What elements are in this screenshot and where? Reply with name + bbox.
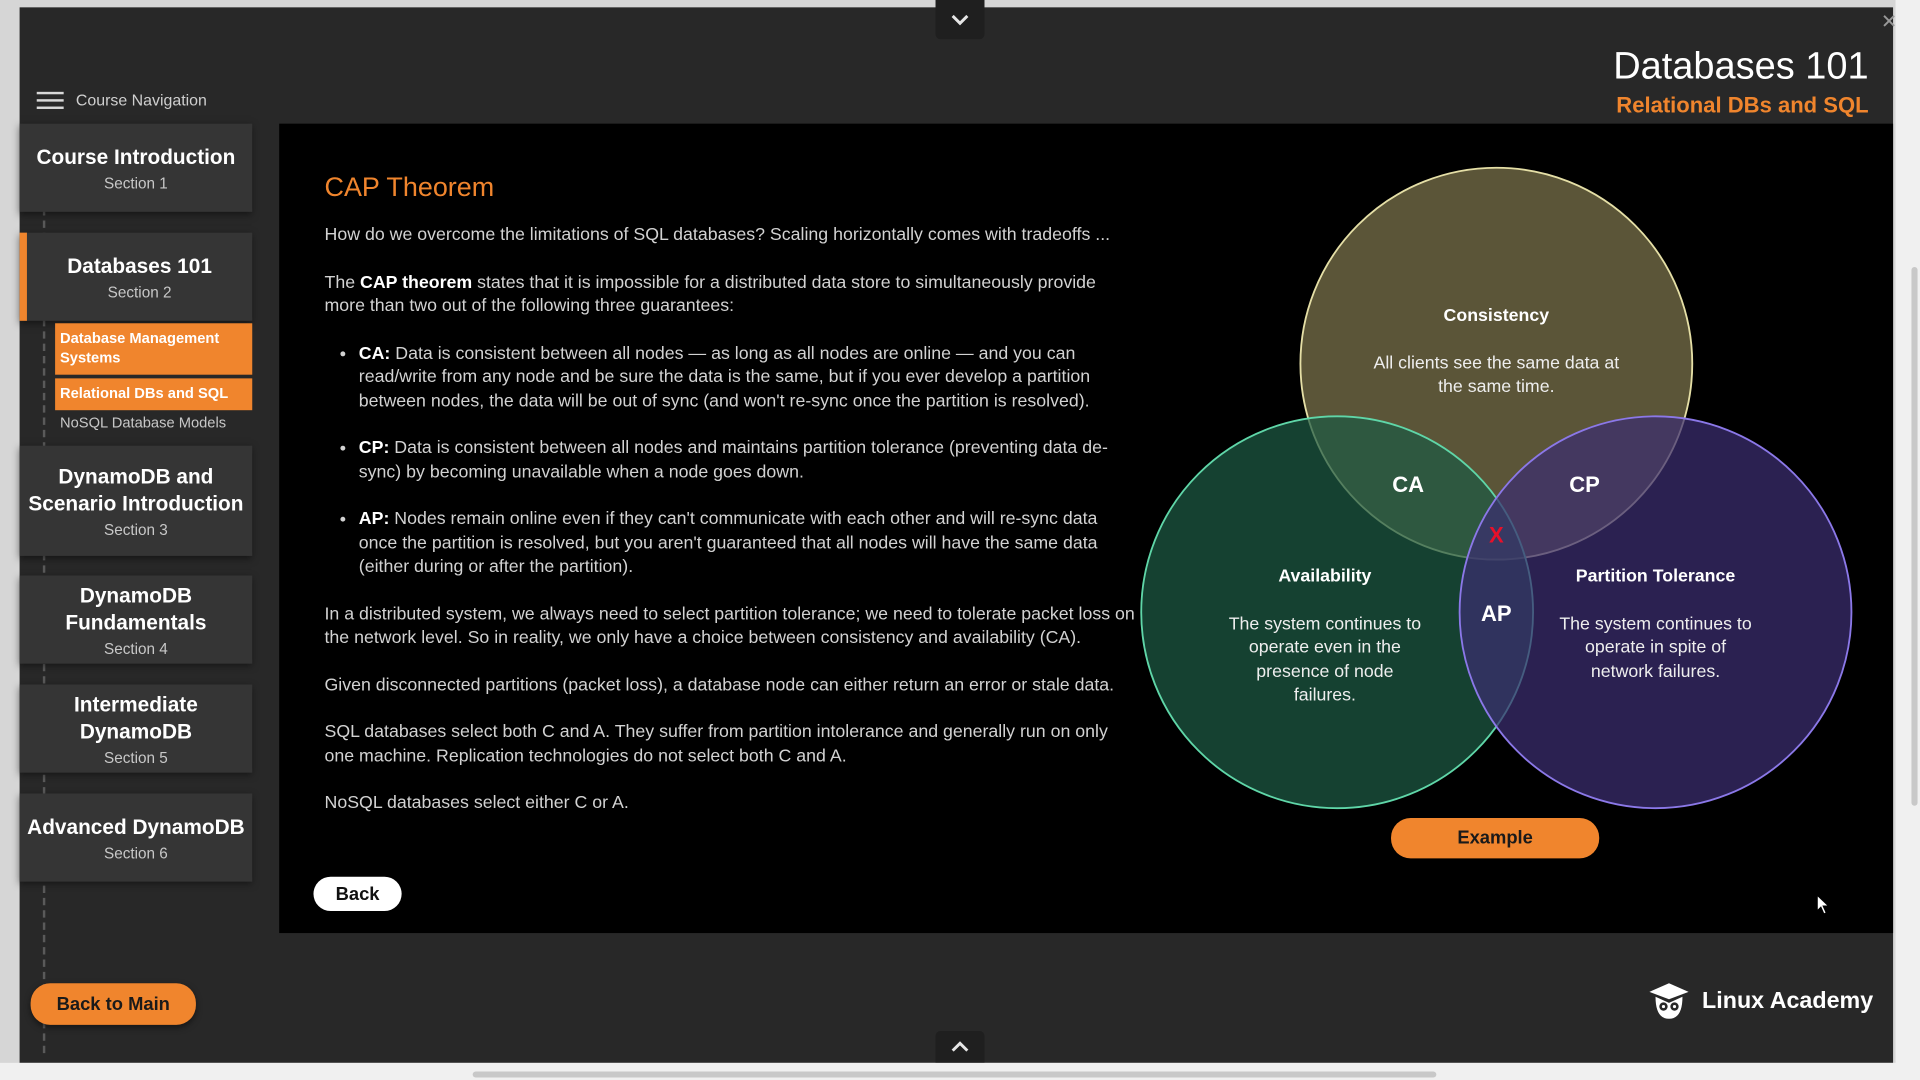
vertical-scrollbar-thumb[interactable] — [1911, 266, 1918, 806]
availability-description: operate even in the — [1249, 637, 1401, 657]
page-header: Databases 101 Relational DBs and SQL — [1613, 44, 1868, 119]
consistency-title: Consistency — [1444, 305, 1550, 325]
menu-icon — [36, 91, 64, 109]
bullet-label: CA: — [358, 343, 391, 364]
linux-academy-logo: Linux Academy — [1648, 982, 1873, 1021]
chevron-down-icon — [951, 14, 969, 26]
chevron-up-icon — [951, 1041, 969, 1052]
ap-label: AP — [1481, 601, 1512, 626]
bullet-label: CP: — [358, 438, 390, 458]
list-item: CP: Data is consistent between all nodes… — [359, 437, 1139, 485]
availability-description: failures. — [1294, 684, 1356, 704]
nosql-paragraph: NoSQL databases select either C or A. — [324, 793, 629, 814]
section-number: Section 3 — [104, 521, 168, 539]
sidebar-subitem-nosql-database-models[interactable]: NoSQL Database Models — [55, 411, 252, 435]
back-button[interactable]: Back — [313, 876, 402, 912]
availability-title: Availability — [1278, 566, 1371, 586]
bullet-text: Data is consistent between all nodes and… — [358, 438, 1108, 482]
vertical-scrollbar[interactable] — [1895, 0, 1920, 1080]
example-button[interactable]: Example — [1391, 817, 1600, 859]
course-navigation-label: Course Navigation — [75, 90, 207, 109]
cap-definition-prefix: The — [324, 272, 361, 293]
partition-tolerance-circle — [1458, 415, 1853, 810]
collapse-top-tab[interactable] — [935, 0, 985, 40]
course-title: Databases 101 — [1613, 44, 1869, 87]
ca-label: CA — [1392, 472, 1424, 497]
cap-term: CAP theorem — [360, 272, 473, 293]
horizontal-scrollbar[interactable] — [0, 1062, 1920, 1080]
content-title: CAP Theorem — [324, 171, 495, 203]
sidebar-section-1[interactable]: Course Introduction Section 1 — [19, 123, 253, 212]
section-title: Databases 101 — [67, 254, 212, 278]
section-title: DynamoDB Fundamentals — [65, 583, 207, 634]
content-body: How do we overcome the limitations of SQ… — [324, 224, 1138, 839]
expand-bottom-tab[interactable] — [935, 1031, 985, 1063]
lesson-subtitle: Relational DBs and SQL — [1616, 93, 1869, 118]
section-number: Section 1 — [104, 174, 168, 192]
partition-paragraph: In a distributed system, we always need … — [324, 604, 1135, 648]
availability-description: The system continues to — [1229, 613, 1422, 633]
partition-tolerance-description: operate in spite of — [1585, 637, 1726, 657]
section-number: Section 4 — [104, 639, 168, 657]
mouse-cursor-icon — [1816, 893, 1831, 915]
guarantee-list: CA: Data is consistent between all nodes… — [324, 342, 1138, 580]
availability-description: presence of node — [1256, 661, 1393, 681]
bullet-text: Data is consistent between all nodes — a… — [358, 343, 1091, 411]
sql-paragraph: SQL databases select both C and A. They … — [324, 722, 1108, 766]
cp-label: CP — [1569, 472, 1600, 497]
section-title: Advanced DynamoDB — [27, 814, 245, 839]
back-to-main-button[interactable]: Back to Main — [30, 983, 196, 1025]
brand-name: Linux Academy — [1702, 988, 1874, 1014]
sidebar-subitem-database-management-systems[interactable]: Database Management Systems — [55, 323, 253, 375]
consistency-description: All clients see the same data at — [1373, 353, 1619, 373]
list-item: CA: Data is consistent between all nodes… — [359, 342, 1139, 414]
partition-tolerance-title: Partition Tolerance — [1576, 566, 1736, 586]
bullet-label: AP: — [358, 509, 390, 529]
sidebar-subitem-relational-dbs-and-sql[interactable]: Relational DBs and SQL — [55, 378, 253, 411]
intro-paragraph: How do we overcome the limitations of SQ… — [324, 225, 1111, 245]
partition-tolerance-description: network failures. — [1591, 661, 1720, 681]
impossible-center-mark: X — [1489, 522, 1504, 547]
section-title: Intermediate DynamoDB — [74, 692, 198, 743]
section-title: Course Introduction — [36, 145, 236, 169]
section-number: Section 5 — [104, 748, 168, 766]
sidebar-section-3[interactable]: DynamoDB and Scenario Introduction Secti… — [19, 445, 253, 556]
screen: ✕ Course Navigation Databases 101 Relati… — [0, 0, 1920, 1080]
sidebar-section-4[interactable]: DynamoDB Fundamentals Section 4 — [19, 575, 253, 664]
course-navigation-header[interactable]: Course Navigation — [36, 90, 207, 109]
list-item: AP: Nodes remain online even if they can… — [359, 508, 1139, 580]
section-number: Section 6 — [104, 844, 168, 862]
section-number: Section 2 — [107, 283, 172, 301]
section-title: DynamoDB and Scenario Introduction — [28, 464, 244, 515]
partition-tolerance-description: The system continues to — [1559, 613, 1752, 633]
packet-loss-paragraph: Given disconnected partitions (packet lo… — [324, 675, 1115, 695]
owl-logo-icon — [1649, 983, 1689, 1019]
sidebar-section-6[interactable]: Advanced DynamoDB Section 6 — [19, 793, 253, 882]
bullet-text: Nodes remain online even if they can't c… — [358, 509, 1098, 577]
sidebar-section-5[interactable]: Intermediate DynamoDB Section 5 — [19, 684, 253, 773]
sidebar-section-2[interactable]: Databases 101 Section 2 — [19, 232, 253, 321]
cap-definition-paragraph: The CAP theorem states that it is imposs… — [324, 271, 1138, 319]
horizontal-scrollbar-thumb[interactable] — [472, 1071, 1437, 1078]
consistency-description: the same time. — [1438, 376, 1554, 396]
cap-venn-diagram: Consistency All clients see the same dat… — [1140, 166, 1853, 810]
